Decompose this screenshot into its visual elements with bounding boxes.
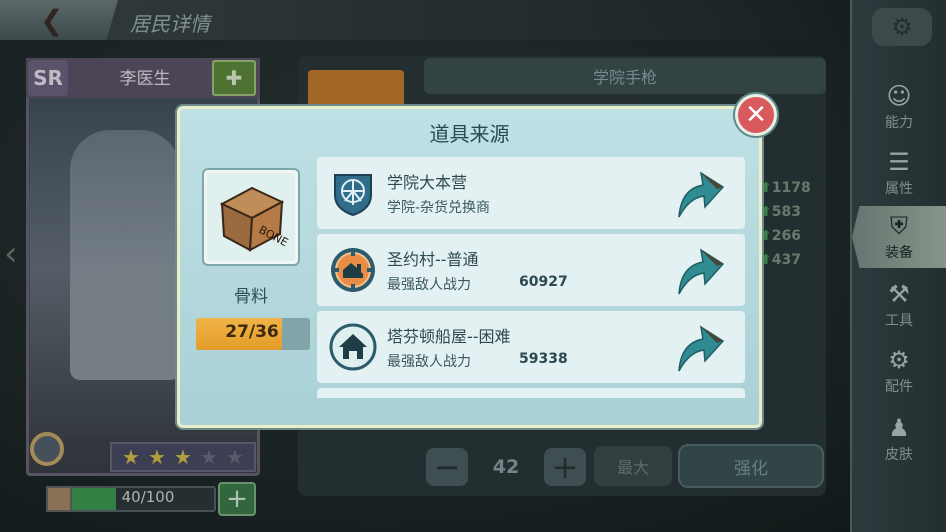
close-button[interactable]: ✕ xyxy=(735,94,777,136)
source-title: 学院大本营 xyxy=(387,173,468,192)
go-arrow-icon[interactable] xyxy=(673,244,725,296)
go-arrow-icon[interactable] xyxy=(673,321,725,373)
source-power: 59338 xyxy=(519,351,568,367)
game-screen: ❮ 居民详情 ⚙ ☺ 能力 ☰ 属性 ⛨ 装备 ⚒ 工具 ⚙ 配件 ♟ 皮肤 S… xyxy=(0,0,946,532)
close-icon: ✕ xyxy=(745,100,767,130)
source-row[interactable]: 塔芬顿船屋--困难 最强敌人战力 59338 xyxy=(317,311,745,383)
go-arrow-icon[interactable] xyxy=(673,167,725,219)
source-subtitle: 最强敌人战力 xyxy=(387,277,471,293)
dialog-title: 道具来源 xyxy=(429,122,510,146)
item-icon-box: BONE xyxy=(204,170,298,264)
bone-crate-icon: BONE xyxy=(219,186,290,252)
item-name: 骨料 xyxy=(234,287,268,307)
source-row[interactable]: 学院大本营 学院-杂货兑换商 xyxy=(317,157,745,229)
item-progress-text: 27/36 xyxy=(225,322,279,342)
source-row-partial xyxy=(317,388,745,398)
source-subtitle: 最强敌人战力 xyxy=(387,354,471,370)
institute-icon xyxy=(329,169,377,217)
house-icon xyxy=(329,323,377,371)
source-title: 塔芬顿船屋--困难 xyxy=(387,327,511,346)
source-row[interactable]: 圣约村--普通 最强敌人战力 60927 xyxy=(317,234,745,306)
settlement-icon xyxy=(329,246,377,294)
source-power: 60927 xyxy=(519,274,568,290)
source-title: 圣约村--普通 xyxy=(387,250,479,269)
source-subtitle: 学院-杂货兑换商 xyxy=(387,200,491,216)
